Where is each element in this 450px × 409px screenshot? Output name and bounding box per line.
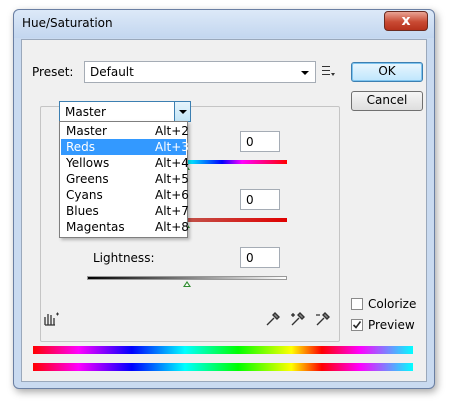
ok-button[interactable]: OK — [351, 62, 423, 82]
lightness-value: 0 — [246, 251, 254, 265]
menu-item-shortcut: Alt+3 — [155, 140, 189, 154]
menu-item-yellows[interactable]: Yellows Alt+4 — [61, 155, 189, 171]
colorize-checkbox[interactable] — [351, 298, 363, 310]
channel-dropdown-button[interactable] — [174, 102, 190, 121]
hue-saturation-dialog: Hue/Saturation x Preset: Default OK Canc… — [0, 0, 450, 409]
menu-item-label: Blues — [66, 204, 99, 218]
output-spectrum-bar — [33, 363, 413, 371]
saturation-value: 0 — [246, 193, 254, 207]
preview-label: Preview — [368, 318, 415, 332]
input-spectrum-bar — [33, 346, 413, 354]
hue-field[interactable]: 0 — [240, 131, 280, 152]
chevron-down-icon — [301, 71, 309, 75]
lightness-field[interactable]: 0 — [240, 247, 280, 268]
menu-item-shortcut: Alt+2 — [155, 124, 189, 138]
lightness-slider-handle[interactable] — [183, 281, 191, 287]
close-button[interactable]: x — [384, 11, 428, 31]
eyedropper-minus-icon[interactable] — [315, 311, 331, 327]
chevron-down-icon — [179, 110, 187, 114]
preset-options-icon[interactable] — [322, 65, 336, 77]
close-icon: x — [401, 13, 411, 29]
menu-item-label: Master — [66, 124, 107, 138]
window-frame: Hue/Saturation x Preset: Default OK Canc… — [13, 9, 435, 389]
colorize-label: Colorize — [368, 297, 417, 311]
on-image-adjust-icon[interactable] — [42, 311, 60, 327]
menu-item-magentas[interactable]: Magentas Alt+8 — [61, 219, 189, 235]
window-title: Hue/Saturation — [22, 16, 113, 30]
menu-item-shortcut: Alt+5 — [155, 172, 189, 186]
ok-label: OK — [378, 64, 396, 78]
menu-item-shortcut: Alt+8 — [155, 220, 189, 234]
lightness-label: Lightness: — [93, 251, 155, 265]
preview-checkbox[interactable] — [351, 319, 363, 331]
menu-item-shortcut: Alt+7 — [155, 204, 189, 218]
menu-item-greens[interactable]: Greens Alt+5 — [61, 171, 189, 187]
channel-menu: Master Alt+2 Reds Alt+3 Yellows Alt+4 Green… — [59, 121, 189, 238]
menu-item-label: Greens — [66, 172, 109, 186]
cancel-label: Cancel — [366, 93, 408, 107]
checkmark-icon — [352, 321, 362, 329]
lightness-slider-track[interactable] — [87, 276, 287, 280]
menu-item-reds[interactable]: Reds Alt+3 — [61, 139, 189, 155]
menu-item-shortcut: Alt+6 — [155, 188, 189, 202]
hue-value: 0 — [246, 135, 254, 149]
channel-selected-value: Master — [65, 105, 106, 119]
dialog-body: Preset: Default OK Cancel 0 0 Lightness: — [21, 39, 427, 382]
eyedropper-plus-icon[interactable] — [290, 311, 306, 327]
saturation-slider-track[interactable] — [187, 218, 287, 222]
menu-item-cyans[interactable]: Cyans Alt+6 — [61, 187, 189, 203]
menu-item-master[interactable]: Master Alt+2 — [61, 123, 189, 139]
menu-item-label: Reds — [66, 140, 96, 154]
preset-value: Default — [90, 65, 134, 79]
menu-item-label: Cyans — [66, 188, 103, 202]
cancel-button[interactable]: Cancel — [351, 91, 423, 111]
title-bar[interactable]: Hue/Saturation x — [14, 10, 434, 38]
hue-slider-track[interactable] — [187, 160, 287, 164]
menu-item-blues[interactable]: Blues Alt+7 — [61, 203, 189, 219]
menu-item-shortcut: Alt+4 — [155, 156, 189, 170]
saturation-field[interactable]: 0 — [240, 189, 280, 210]
eyedropper-icon[interactable] — [265, 311, 281, 327]
preset-label: Preset: — [32, 65, 74, 79]
menu-item-label: Yellows — [66, 156, 110, 170]
channel-select[interactable]: Master — [59, 101, 191, 122]
preset-select[interactable]: Default — [84, 61, 316, 83]
menu-item-label: Magentas — [66, 220, 125, 234]
